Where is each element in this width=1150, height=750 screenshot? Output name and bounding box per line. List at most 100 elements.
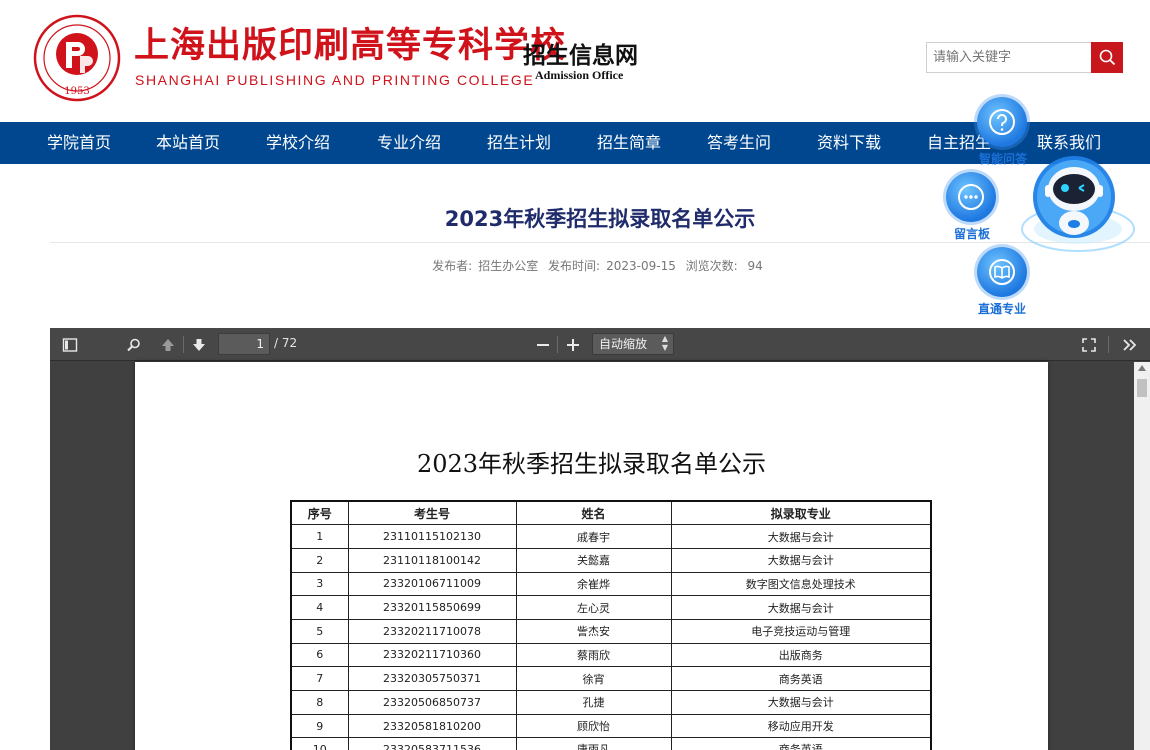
table-cell: 8 xyxy=(290,690,349,715)
book-icon xyxy=(989,259,1015,285)
table-cell: 23110118100142 xyxy=(347,547,517,573)
table-cell: 顾欣怡 xyxy=(515,713,672,739)
table-cell: 6 xyxy=(290,642,349,668)
table-cell: 23110115102130 xyxy=(347,524,517,549)
column-header: 拟录取专业 xyxy=(670,500,932,526)
site-header: 1953 上海出版印刷高等专科学校 SHANGHAI PUBLISHING AN… xyxy=(0,0,1150,122)
nav-item-college-home[interactable]: 学院首页 xyxy=(47,122,111,164)
scroll-thumb[interactable] xyxy=(1137,379,1147,397)
select-caret-icon: ▲ ▼ xyxy=(661,334,668,352)
zoom-out-button[interactable] xyxy=(532,334,554,356)
table-cell: 大数据与会计 xyxy=(670,690,932,715)
zoom-select[interactable]: 自动缩放 ▲ ▼ xyxy=(592,333,674,355)
table-row: 5 23320211710078 訾杰安 电子竞技运动与管理 xyxy=(290,618,932,644)
table-cell: 23320211710360 xyxy=(347,642,517,668)
nav-item-downloads[interactable]: 资料下载 xyxy=(817,122,881,164)
nav-item-plan[interactable]: 招生计划 xyxy=(487,122,551,164)
table-body: 1 23110115102130 戚春宇 大数据与会计 2 23110118100142 关… xyxy=(290,524,932,750)
table-cell: 电子竞技运动与管理 xyxy=(670,618,932,644)
table-cell: 4 xyxy=(290,595,349,620)
table-cell: 23320211710078 xyxy=(347,618,517,644)
pdf-viewer: / 72 自动缩放 ▲▼ 2023年秋季招生拟录取名单公示 xyxy=(50,328,1150,750)
chat-bubble-icon xyxy=(958,184,984,210)
zoom-in-button[interactable] xyxy=(562,334,584,356)
college-seal-logo[interactable]: 1953 xyxy=(33,14,121,102)
table-cell: 数字图文信息处理技术 xyxy=(670,571,932,597)
page-number-input[interactable] xyxy=(218,333,270,355)
question-mark-icon xyxy=(989,109,1015,135)
sidebar-toggle-button[interactable] xyxy=(59,334,81,356)
table-header-row: 序号 考生号 姓名 拟录取专业 xyxy=(290,500,932,526)
fullscreen-icon xyxy=(1082,338,1096,352)
minus-icon xyxy=(537,344,549,346)
table-cell: 唐雨凡 xyxy=(515,737,672,750)
table-cell: 大数据与会计 xyxy=(670,595,932,620)
table-cell: 1 xyxy=(290,524,349,549)
table-row: 2 23110118100142 关懿嘉 大数据与会计 xyxy=(290,547,932,573)
table-row: 7 23320305750371 徐宵 商务英语 xyxy=(290,666,932,691)
site-name: 招生信息网 xyxy=(523,43,638,69)
vertical-scrollbar[interactable] xyxy=(1134,362,1150,750)
nav-item-site-home[interactable]: 本站首页 xyxy=(156,122,220,164)
table-cell: 大数据与会计 xyxy=(670,524,932,549)
table-cell: 戚春宇 xyxy=(515,524,672,549)
column-header: 考生号 xyxy=(347,500,517,526)
search-input[interactable] xyxy=(926,42,1092,73)
table-cell: 商务英语 xyxy=(670,666,932,691)
table-cell: 蔡雨欣 xyxy=(515,642,672,668)
nav-item-qa[interactable]: 答考生问 xyxy=(707,122,771,164)
pdf-toolbar: / 72 自动缩放 ▲▼ xyxy=(50,328,1150,361)
table-cell: 2 xyxy=(290,547,349,573)
table-row: 6 23320211710360 蔡雨欣 出版商务 xyxy=(290,642,932,668)
table-cell: 左心灵 xyxy=(515,595,672,620)
page-total: / 72 xyxy=(274,336,298,350)
tools-button[interactable] xyxy=(1119,334,1141,356)
find-button[interactable] xyxy=(123,334,145,356)
direct-major-label[interactable]: 直通专业 xyxy=(978,300,1026,317)
toolbar-separator xyxy=(183,336,184,353)
table-cell: 10 xyxy=(290,737,349,750)
table-cell: 余崔烨 xyxy=(515,571,672,597)
table-cell: 訾杰安 xyxy=(515,618,672,644)
message-board-button[interactable] xyxy=(946,172,996,222)
view-count: 94 xyxy=(747,259,763,273)
table-cell: 23320106711009 xyxy=(347,571,517,597)
scroll-up-icon[interactable] xyxy=(1138,365,1146,371)
title-divider xyxy=(50,242,1150,243)
publisher: 招生办公室 xyxy=(478,259,539,273)
table-cell: 9 xyxy=(290,713,349,739)
arrow-down-icon xyxy=(193,339,205,351)
table-cell: 23320581810200 xyxy=(347,713,517,739)
pdf-page: 2023年秋季招生拟录取名单公示 序号 考生号 姓名 拟录取专业 1 231101… xyxy=(135,362,1048,750)
seal-year: 1953 xyxy=(64,86,89,97)
presentation-mode-button[interactable] xyxy=(1078,334,1100,356)
table-cell: 孔捷 xyxy=(515,690,672,715)
previous-page-button[interactable] xyxy=(157,334,179,356)
table-cell: 23320115850699 xyxy=(347,595,517,620)
toolbar-separator xyxy=(1108,336,1109,353)
next-page-button[interactable] xyxy=(188,334,210,356)
table-cell: 23320583711536 xyxy=(347,737,517,750)
table-cell: 商务英语 xyxy=(670,737,932,750)
date-label: 发布时间: xyxy=(548,259,601,273)
nav-item-brochure[interactable]: 招生简章 xyxy=(597,122,661,164)
column-header: 姓名 xyxy=(515,500,672,526)
table-cell: 23320506850737 xyxy=(347,690,517,715)
search-button[interactable] xyxy=(1091,42,1123,73)
nav-item-majors[interactable]: 专业介绍 xyxy=(377,122,441,164)
nav-item-about[interactable]: 学校介绍 xyxy=(266,122,330,164)
admission-table: 序号 考生号 姓名 拟录取专业 1 23110115102130 戚春宇 大数据与会计… xyxy=(290,500,932,750)
zoom-value: 自动缩放 xyxy=(599,337,648,351)
message-board-label[interactable]: 留言板 xyxy=(954,225,990,242)
robot-assistant-icon[interactable] xyxy=(1019,155,1137,259)
search-icon xyxy=(1099,49,1115,66)
find-icon xyxy=(127,338,140,352)
smart-qa-button[interactable] xyxy=(977,97,1027,147)
table-cell: 出版商务 xyxy=(670,642,932,668)
table-cell: 移动应用开发 xyxy=(670,713,932,739)
site-subtitle: Admission Office xyxy=(535,68,624,82)
table-cell: 徐宵 xyxy=(515,666,672,691)
table-row: 9 23320581810200 顾欣怡 移动应用开发 xyxy=(290,713,932,739)
table-row: 3 23320106711009 余崔烨 数字图文信息处理技术 xyxy=(290,571,932,597)
table-cell: 关懿嘉 xyxy=(515,547,672,573)
